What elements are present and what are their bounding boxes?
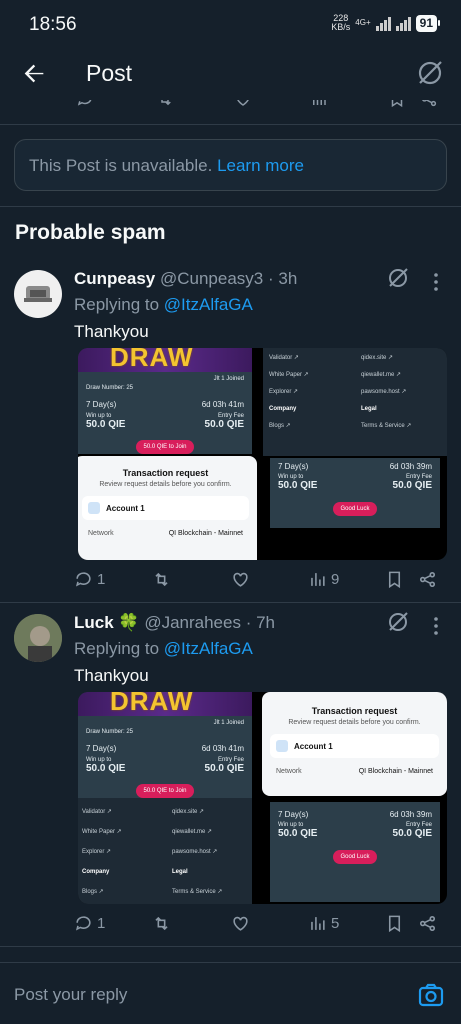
media-grid[interactable]: DRAW Draw Number: 25 Jlt 1 Joined 7 Day(… [78, 348, 447, 560]
reply-button[interactable]: 1 [74, 568, 105, 590]
post-time: · 7h [245, 613, 275, 632]
media-image[interactable]: Validator ↗ White Paper ↗ Explorer ↗ Com… [78, 798, 252, 904]
mention-link[interactable]: @ItzAlfaGA [164, 295, 253, 314]
retweet-button[interactable] [152, 568, 171, 590]
status-indicators: 228 KB/s 4G+ 91 [331, 13, 441, 32]
divider [0, 946, 461, 947]
like-icon [237, 100, 249, 106]
author-handle: @Cunpeasy3 [159, 269, 264, 288]
retweet-button[interactable] [152, 912, 171, 934]
network-speed: 228 KB/s [331, 13, 351, 32]
views-icon [311, 572, 325, 586]
views-icon [311, 916, 325, 930]
signal-icon [375, 16, 391, 31]
post-text: Thankyou [74, 666, 149, 685]
share-icon [422, 100, 437, 107]
phone-icon [88, 502, 100, 514]
arrow-left-icon[interactable] [20, 60, 48, 88]
media-image[interactable]: 7 Day(s) 6d 03h 39m Win up to Entry Fee … [270, 802, 440, 902]
media-image[interactable]: 7 Day(s) 6d 03h 39m Win up to Entry Fee … [270, 458, 440, 528]
mention-link[interactable]: @ItzAlfaGA [164, 639, 253, 658]
avatar[interactable] [14, 614, 62, 662]
battery-icon: 91 [415, 14, 441, 32]
media-image[interactable]: DRAW Draw Number: 25 Jlt 1 Joined 7 Day(… [78, 348, 252, 454]
like-button[interactable] [231, 568, 250, 590]
status-time: 18:56 [29, 14, 77, 35]
grok-icon[interactable] [386, 266, 410, 290]
share-icon [419, 915, 436, 931]
signal-icon [395, 16, 411, 31]
like-icon [233, 572, 248, 587]
media-image[interactable]: DRAW Draw Number: 25 Jlt 1 Joined 7 Day(… [78, 692, 252, 798]
phone-icon [276, 740, 288, 752]
grok-icon[interactable] [415, 58, 445, 88]
reply-post[interactable]: Cunpeasy @Cunpeasy3 · 3h Replying to @It… [0, 262, 461, 602]
learn-more-link[interactable]: Learn more [217, 156, 304, 175]
good-luck-button: Good Luck [333, 502, 377, 516]
like-button[interactable] [231, 912, 250, 934]
like-icon [233, 916, 248, 931]
media-image[interactable]: Transaction request Review request detai… [78, 456, 257, 560]
share-icon [419, 571, 436, 587]
share-button[interactable] [418, 912, 437, 934]
replying-to: Replying to @ItzAlfaGA [74, 295, 253, 314]
post-author[interactable]: Cunpeasy @Cunpeasy3 · 3h [74, 269, 297, 289]
post-time: · 3h [267, 269, 298, 288]
reply-button[interactable]: 1 [74, 912, 105, 934]
reply-icon [77, 100, 92, 106]
unavailable-notice: This Post is unavailable. Learn more [14, 139, 447, 191]
reply-input[interactable]: Post your reply [14, 985, 127, 1005]
avatar[interactable] [14, 270, 62, 318]
status-bar: 18:56 228 KB/s 4G+ 91 [0, 0, 461, 50]
grok-icon[interactable] [386, 610, 410, 634]
retweet-icon [155, 916, 168, 930]
page-title: Post [86, 60, 133, 86]
reply-icon [75, 571, 91, 587]
unavailable-text: This Post is unavailable. [29, 156, 213, 175]
divider [0, 206, 461, 207]
author-name: Luck 🍀 [74, 613, 140, 632]
network-type: 4G+ [355, 18, 371, 27]
top-app-bar: Post [0, 50, 461, 100]
camera-icon[interactable] [418, 982, 444, 1008]
more-icon[interactable] [430, 614, 442, 638]
post-actions: 1 5 [74, 912, 444, 934]
media-grid[interactable]: DRAW Draw Number: 25 Jlt 1 Joined 7 Day(… [78, 692, 447, 904]
post-author[interactable]: Luck 🍀 @Janrahees · 7h [74, 613, 275, 633]
divider [0, 602, 461, 603]
section-title: Probable spam [15, 221, 166, 244]
bookmark-icon [388, 915, 401, 932]
reply-icon [75, 915, 91, 931]
share-button[interactable] [418, 568, 437, 590]
reply-post[interactable]: Luck 🍀 @Janrahees · 7h Replying to @ItzA… [0, 606, 461, 946]
draw-banner: DRAW [78, 348, 252, 372]
divider [0, 124, 461, 125]
retweet-icon [155, 572, 168, 586]
bookmark-button[interactable] [385, 912, 404, 934]
author-name: Cunpeasy [74, 269, 156, 288]
bookmark-icon [388, 571, 401, 588]
media-image[interactable]: Validator ↗ White Paper ↗ Explorer ↗ Com… [263, 348, 447, 456]
author-handle: @Janrahees [144, 613, 241, 632]
more-icon[interactable] [430, 270, 442, 294]
views-icon [313, 100, 326, 105]
post-text: Thankyou [74, 322, 149, 341]
media-image[interactable]: Transaction request Review request detai… [262, 692, 447, 796]
join-button: 50.0 QIE to Join [136, 784, 194, 798]
views-button[interactable]: 5 [308, 912, 339, 934]
bookmark-icon [391, 100, 403, 108]
bookmark-button[interactable] [385, 568, 404, 590]
join-button: 50.0 QIE to Join [136, 440, 194, 454]
retweet-icon [161, 100, 171, 106]
previous-post-actions [0, 100, 461, 122]
good-luck-button: Good Luck [333, 850, 377, 864]
post-actions: 1 9 [74, 568, 444, 590]
reply-composer: Post your reply [0, 962, 461, 1024]
draw-banner: DRAW [78, 692, 252, 716]
replying-to: Replying to @ItzAlfaGA [74, 639, 253, 658]
views-button[interactable]: 9 [308, 568, 339, 590]
